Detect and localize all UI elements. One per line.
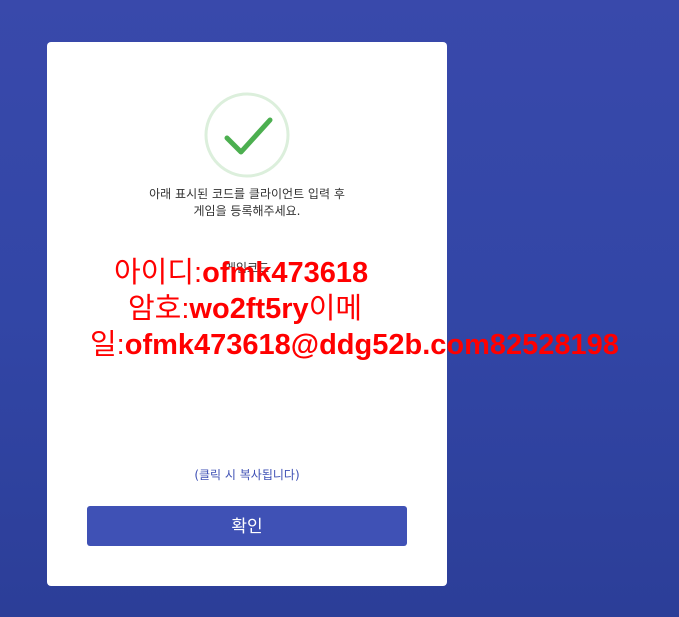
credential-id-label: 아이디: — [114, 257, 203, 289]
credential-id-value: ofmk473618 — [202, 257, 369, 289]
credential-password-label: 암호: — [128, 293, 190, 325]
credential-email-label-start: 이메 — [308, 293, 363, 325]
credential-email-value: ofmk473618@ddg52b.com82528198 — [124, 329, 619, 361]
credential-id-line[interactable]: 아이디:ofmk473618 — [114, 256, 368, 291]
credential-password-value: wo2ft5ry — [189, 293, 309, 325]
credential-password-line[interactable]: 암호:wo2ft5ry이메 — [128, 292, 362, 327]
game-code-credentials[interactable]: 아이디:ofmk473618 암호:wo2ft5ry이메 일:ofmk47361… — [0, 256, 679, 366]
instruction-line-2: 게임을 등록해주세요. — [193, 204, 301, 218]
credential-email-line[interactable]: 일:ofmk473618@ddg52b.com82528198 — [90, 328, 619, 363]
instruction-line-1: 아래 표시된 코드를 클라이언트 입력 후 — [149, 187, 345, 201]
check-circle-icon — [204, 92, 290, 178]
instruction-text: 아래 표시된 코드를 클라이언트 입력 후 게임을 등록해주세요. — [107, 186, 387, 220]
copy-hint: (클릭 시 복사됩니다) — [194, 468, 300, 482]
confirm-button[interactable]: 확인 — [87, 506, 407, 546]
credential-email-label-end: 일: — [90, 329, 125, 361]
